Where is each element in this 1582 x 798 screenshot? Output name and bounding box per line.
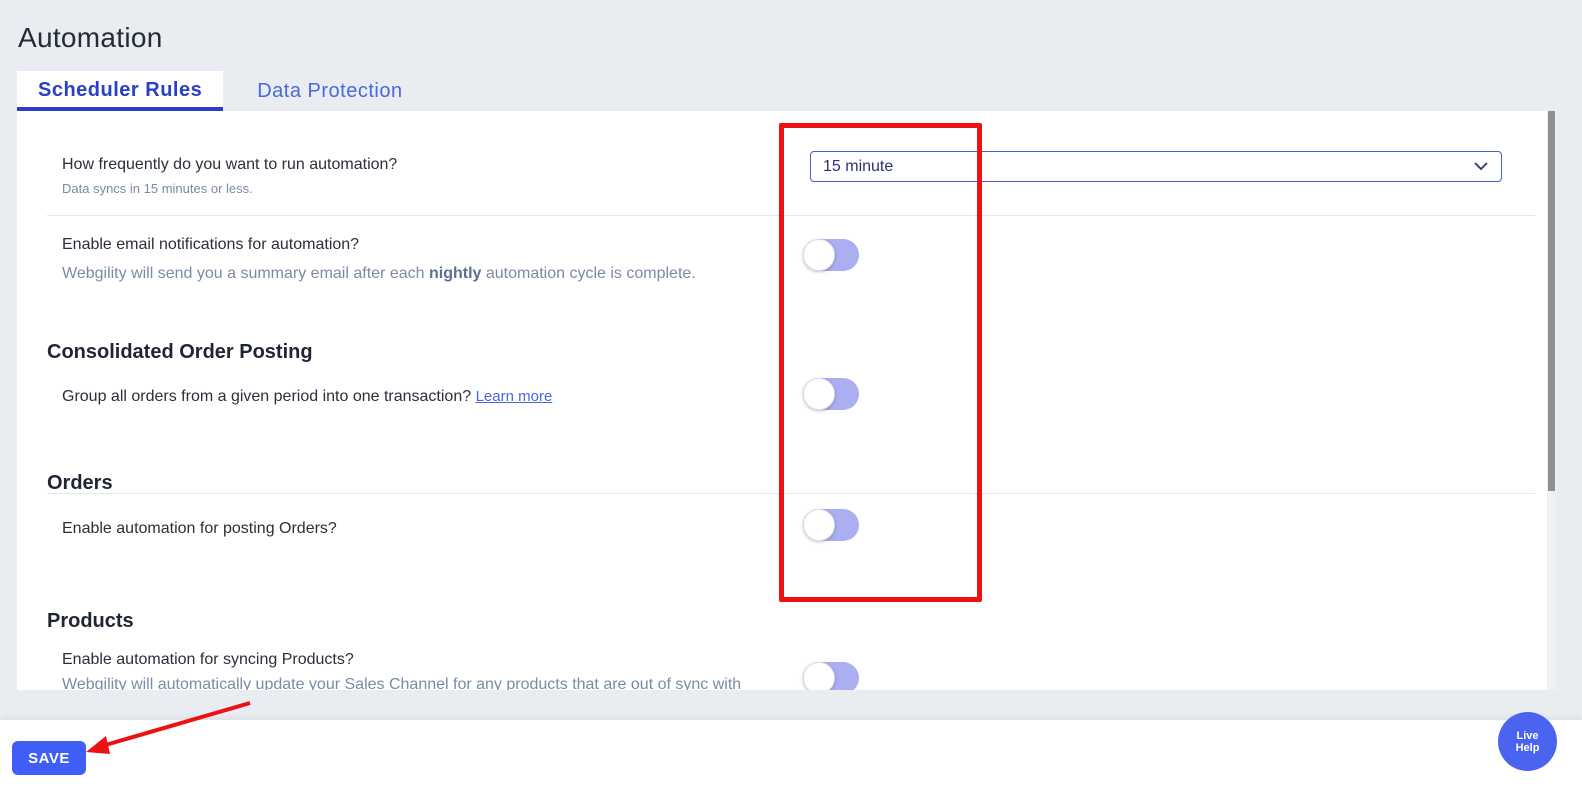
save-button[interactable]: SAVE [12,741,86,775]
frequency-select[interactable]: 15 minute [810,151,1502,182]
tab-data-protection[interactable]: Data Protection [223,71,423,111]
settings-panel: How frequently do you want to run automa… [17,111,1547,690]
frequency-sub: Data syncs in 15 minutes or less. [62,181,253,196]
toggle-knob [803,239,835,271]
email-notifications-toggle[interactable] [803,239,859,271]
learn-more-link[interactable]: Learn more [476,388,553,405]
products-label: Enable automation for syncing Products? [62,651,354,668]
footer-bar [0,720,1582,798]
consolidated-label: Group all orders from a given period int… [62,388,553,405]
nightly-emphasis: nightly [428,265,482,282]
products-sub: Webgility will automatically update your… [62,676,742,690]
chevron-down-icon [1474,162,1488,171]
email-notifications-sub: Webgility will send you a summary email … [62,265,696,282]
toggle-knob [803,378,835,410]
tab-bar: Scheduler Rules Data Protection [17,71,424,111]
orders-toggle[interactable] [803,509,859,541]
toggle-knob [803,509,835,541]
live-help-button[interactable]: Live Help [1498,712,1557,771]
products-section-title: Products [47,610,134,632]
page-title: Automation [18,22,163,53]
tab-scheduler-rules[interactable]: Scheduler Rules [17,71,224,111]
consolidated-section-title: Consolidated Order Posting [47,341,313,363]
orders-label: Enable automation for posting Orders? [62,520,337,537]
divider [47,493,1535,494]
toggle-knob [803,662,835,690]
products-toggle[interactable] [803,662,859,690]
email-notifications-label: Enable email notifications for automatio… [62,236,360,253]
frequency-selected-value: 15 minute [823,157,894,175]
frequency-label: How frequently do you want to run automa… [62,156,398,173]
consolidated-toggle[interactable] [803,378,859,410]
scrollbar-thumb[interactable] [1548,111,1555,491]
orders-section-title: Orders [47,472,113,494]
divider [47,215,1535,216]
